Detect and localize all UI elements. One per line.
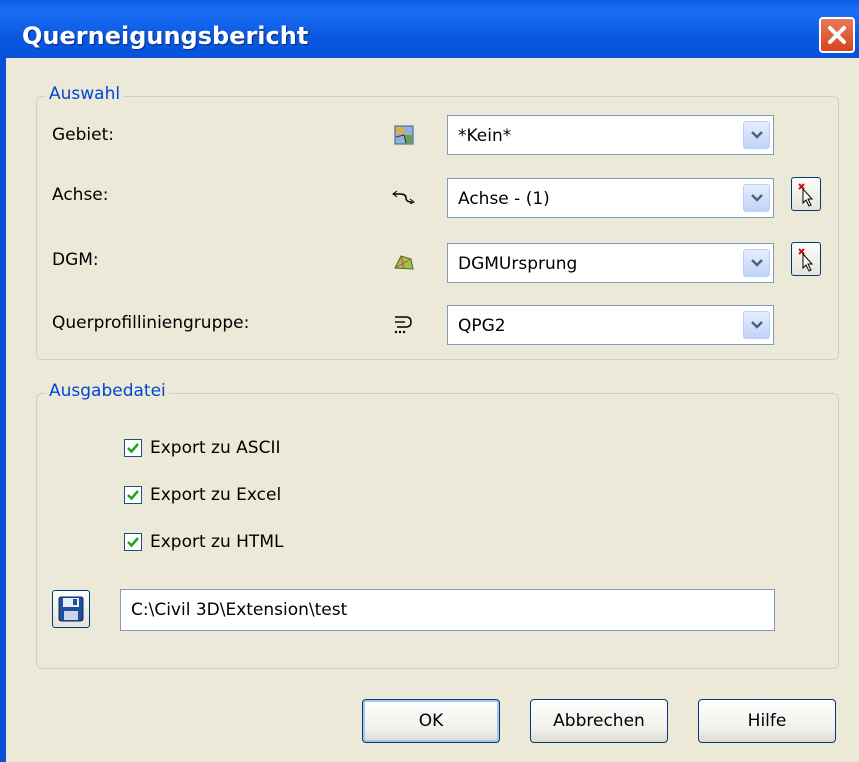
dgm-combobox[interactable]: DGMUrsprung <box>447 243 774 283</box>
sample-line-group-icon <box>394 316 412 334</box>
export-ascii-label[interactable]: Export zu ASCII <box>150 438 280 458</box>
dgm-value: DGMUrsprung <box>458 254 578 274</box>
help-button[interactable]: Hilfe <box>698 699 836 743</box>
gebiet-value: *Kein* <box>458 126 512 146</box>
alignment-icon <box>392 190 415 204</box>
dgm-pick-button[interactable] <box>791 242 821 276</box>
dgm-label: DGM: <box>52 250 99 270</box>
browse-output-button[interactable] <box>52 590 90 628</box>
checkmark-icon <box>127 443 139 454</box>
chevron-down-icon <box>751 131 763 139</box>
achse-pick-button[interactable] <box>791 177 821 211</box>
output-path-field[interactable]: C:\Civil 3D\Extension\test <box>120 589 775 631</box>
achse-label: Achse: <box>52 185 109 205</box>
export-html-checkbox[interactable] <box>124 533 142 551</box>
qpg-combobox[interactable]: QPG2 <box>447 305 774 345</box>
achse-combobox[interactable]: Achse - (1) <box>447 178 774 218</box>
gebiet-dropdown-button[interactable] <box>743 121 770 149</box>
gebiet-combobox[interactable]: *Kein* <box>447 115 774 155</box>
qpg-label: Querprofilliniengruppe: <box>52 313 250 333</box>
close-icon <box>828 26 846 44</box>
chevron-down-icon <box>751 194 763 202</box>
cancel-button[interactable]: Abbrechen <box>530 699 668 743</box>
site-icon <box>394 125 414 145</box>
surface-icon <box>394 255 414 270</box>
pick-from-drawing-icon <box>798 183 814 207</box>
chevron-down-icon <box>751 259 763 267</box>
qpg-dropdown-button[interactable] <box>743 311 770 339</box>
chevron-down-icon <box>751 321 763 329</box>
export-excel-label[interactable]: Export zu Excel <box>150 485 281 505</box>
pick-from-drawing-icon <box>798 248 814 272</box>
export-html-label[interactable]: Export zu HTML <box>150 532 283 552</box>
floppy-disk-icon <box>58 596 84 622</box>
achse-dropdown-button[interactable] <box>743 184 770 212</box>
ok-button[interactable]: OK <box>362 699 500 743</box>
window-title: Querneigungsbericht <box>22 22 309 50</box>
checkmark-icon <box>127 537 139 548</box>
dgm-dropdown-button[interactable] <box>743 249 770 277</box>
achse-value: Achse - (1) <box>458 189 550 209</box>
export-excel-checkbox[interactable] <box>124 486 142 504</box>
ausgabedatei-legend: Ausgabedatei <box>46 381 169 401</box>
qpg-value: QPG2 <box>458 316 506 336</box>
checkmark-icon <box>127 490 139 501</box>
close-button[interactable] <box>819 17 855 53</box>
output-path-value: C:\Civil 3D\Extension\test <box>131 600 348 620</box>
gebiet-label: Gebiet: <box>52 125 114 145</box>
window-left-border <box>0 58 6 762</box>
export-ascii-checkbox[interactable] <box>124 439 142 457</box>
auswahl-legend: Auswahl <box>46 84 124 104</box>
